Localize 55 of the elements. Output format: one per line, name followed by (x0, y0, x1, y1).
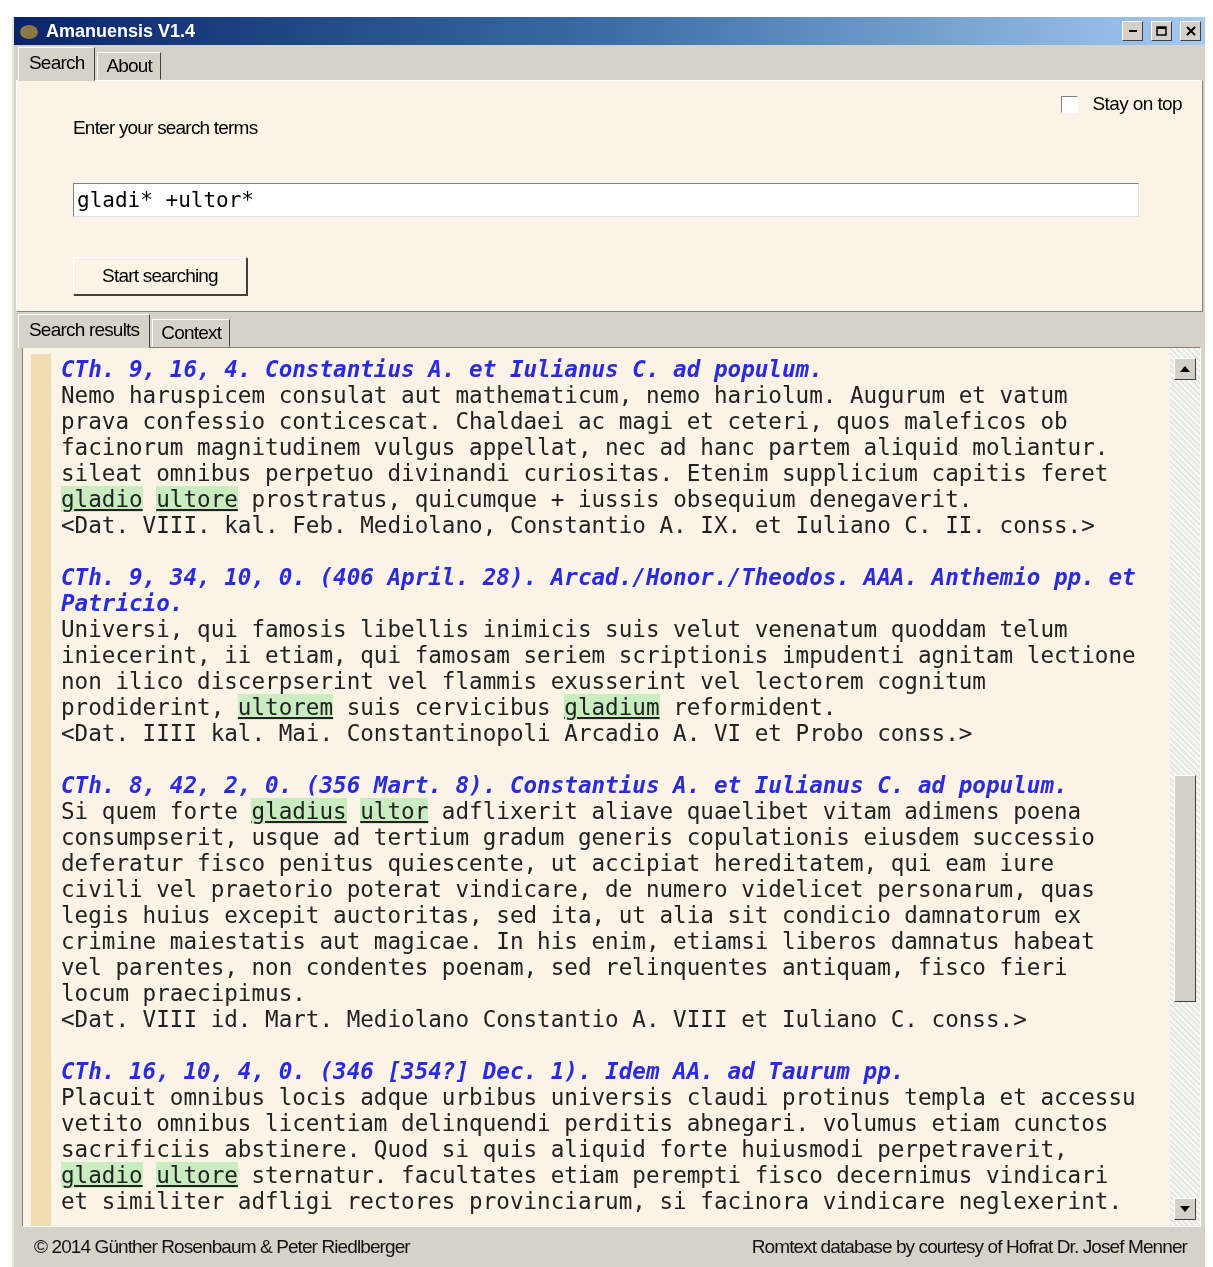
down-arrow-icon (1180, 1206, 1190, 1212)
result-heading: CTh. 8, 42, 2, 0. (356 Mart. 8). Constantius A. et Iulianus C. ad populum. (61, 772, 1069, 798)
text-line: Si quem forte gladius ultor adflixerit aliave quaelibet vitam adimens poena (61, 798, 1083, 824)
scroll-up-button[interactable] (1174, 358, 1196, 380)
search-prompt: Enter your search terms (73, 117, 259, 140)
text-line: non ilico discerpserint vel flammis exusserint vel lectorem cognitum (61, 668, 987, 694)
credit-text: Romtext database by courtesy of Hofrat Dr. Josef Menner (751, 1236, 1187, 1258)
text-line: crimine maiestatis aut magicae. In his enim, etiamsi liberos damnatus habeat (61, 928, 1096, 954)
text-line: facinorum magnitudinem vulgus appellat, nec ad hanc partem aliquid moliantur. (61, 434, 1110, 460)
text-line: gladio ultore prostratus, quicumque + iussis obsequium denegaverit. (61, 486, 974, 512)
maximize-button[interactable] (1151, 21, 1172, 41)
text-line: <Dat. IIII kal. Mai. Constantinopoli Arcadio A. VI et Probo conss.> (61, 720, 974, 746)
text-line: Universi, qui famosis libellis inimicis suis velut venenatum quoddam telum (61, 616, 1069, 642)
text-line: et similiter adfligi rectores provinciarum, si facinora vindicare neglexerint. (61, 1188, 1123, 1214)
start-searching-button[interactable]: Start searching (73, 257, 247, 295)
result-heading: CTh. 9, 34, 10, 0. (406 April. 28). Arcad./Honor./Theodos. AAA. Anthemio pp. et (61, 564, 1137, 590)
text-line: prava confessio conticescat. Chaldaei ac magi et ceteri, quos maleficos ob (61, 408, 1069, 434)
tab[interactable]: Search results (18, 314, 151, 348)
result-heading: CTh. 9, 16, 4. Constantius A. et Iulianus C. ad populum. (61, 356, 824, 382)
search-field[interactable]: gladi* +ultor* (73, 183, 1139, 217)
text-line: legis huius excepit auctoritas, sed ita, ut alia sit condicio damnatorum ex (61, 902, 1083, 928)
checkbox[interactable] (1061, 95, 1079, 113)
text-line: prodiderint, ultorem suis cervicibus gladium reformident. (61, 694, 838, 720)
text-line: sileat omnibus perpetuo divinandi curiositas. Etenim supplicium capitis feret (61, 460, 1110, 486)
text-line: gladio ultore sternatur. facultates etiam perempti fisco decernimus vindicari (61, 1162, 1110, 1188)
checkbox-label: Stay on top (1092, 93, 1182, 115)
minimize-button[interactable] (1122, 21, 1143, 41)
scrollbar[interactable] (1170, 348, 1200, 1226)
tab[interactable]: Search (18, 47, 96, 81)
minimize-icon (1128, 30, 1137, 32)
result-heading: CTh. 16, 10, 4, 0. (346 [354?] Dec. 1). Idem AA. ad Taurum pp. (61, 1058, 906, 1084)
text-line: deferatur fisco penitus quiescente, ut accipiat hereditatem, qui eam iure (61, 850, 1055, 876)
scroll-down-button[interactable] (1174, 1198, 1196, 1220)
tab[interactable]: About (97, 52, 162, 80)
close-icon (1185, 26, 1196, 36)
text-line: Placuit omnibus locis adque urbibus universis claudi protinus templa et accessu (61, 1084, 1137, 1110)
text-line: <Dat. VIII id. Mart. Mediolano Constantio A. VIII et Iuliano C. conss.> (61, 1006, 1028, 1032)
app-icon (18, 22, 40, 40)
text-line: vetito omnibus licentiam delinquendi perditis abnegari. volumus etiam cunctos (61, 1110, 1110, 1136)
text-line: civili vel praetorio poterat vindicare, de numero videlicet personarum, quas (61, 876, 1096, 902)
text-line: <Dat. VIII. kal. Feb. Mediolano, Constantio A. IX. et Iuliano C. II. conss.> (61, 512, 1096, 538)
result-heading: Patricio. (61, 590, 185, 616)
up-arrow-icon (1180, 366, 1190, 372)
text-line: Nemo haruspicem consulat aut mathematicum, nemo hariolum. Augurum et vatum (61, 382, 1069, 408)
text-line: locum praecipimus. (61, 980, 307, 1006)
scroll-thumb[interactable] (1174, 775, 1196, 1002)
text-line: vel parentes, non condentes poenam, sed relinquentes antiquam, fisco fieri (61, 954, 1069, 980)
text-line: sacrificiis abstinere. Quod si quis aliquid forte huiusmodi perpetraverit, (61, 1136, 1069, 1162)
text-line: iniecerint, ii etiam, qui famosam seriem scriptionis impudenti agnitam lectione (61, 642, 1137, 668)
text-line: consumpserit, usque ad tertium gradum generis copulationis eiusdem successio (61, 824, 1096, 850)
tab[interactable]: Context (152, 319, 231, 347)
copyright-text: © 2014 Günther Rosenbaum & Peter Riedlberger (34, 1236, 410, 1258)
maximize-icon (1156, 26, 1167, 36)
window-title: Amanuensis V1.4 (46, 20, 197, 42)
close-button[interactable] (1180, 21, 1201, 41)
